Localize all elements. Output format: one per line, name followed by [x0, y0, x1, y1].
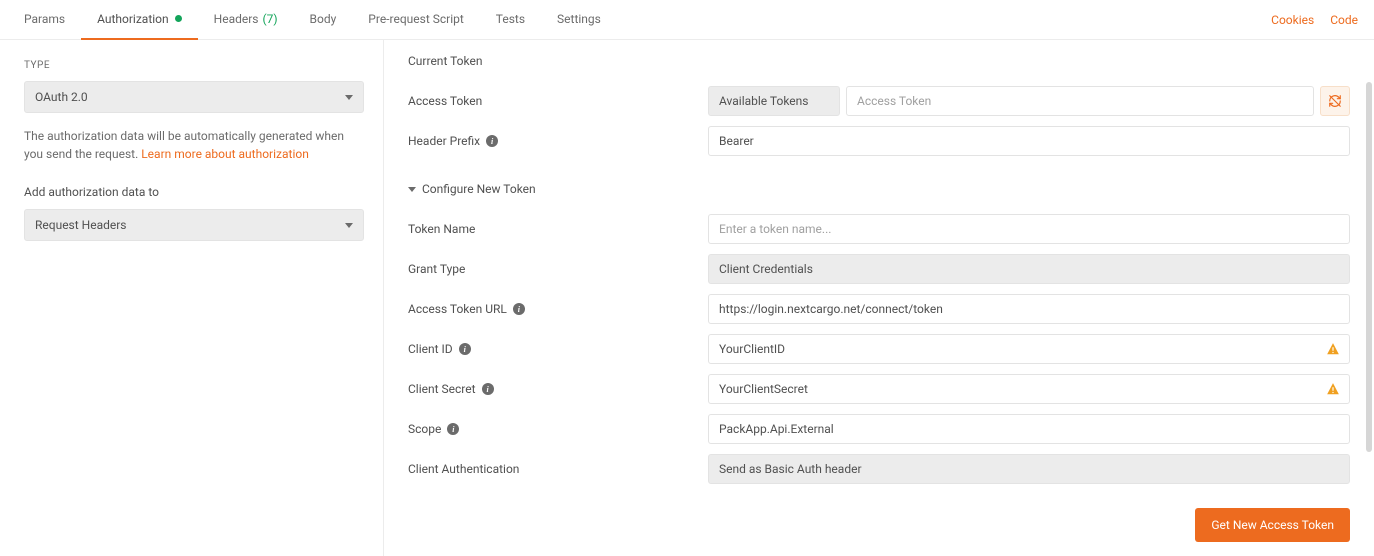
- client-auth-select[interactable]: Send as Basic Auth header: [708, 454, 1350, 484]
- tab-authorization-label: Authorization: [97, 12, 169, 26]
- auth-sidebar: TYPE OAuth 2.0 The authorization data wi…: [0, 40, 384, 556]
- info-icon[interactable]: i: [513, 303, 525, 315]
- chevron-down-icon: [345, 223, 353, 228]
- access-token-url-label: Access Token URL i: [408, 302, 708, 316]
- client-id-label: Client ID i: [408, 342, 708, 356]
- scope-label-text: Scope: [408, 422, 441, 436]
- tab-headers-label: Headers: [214, 12, 259, 26]
- access-token-url-label-text: Access Token URL: [408, 302, 507, 316]
- access-token-label: Access Token: [408, 94, 708, 108]
- token-name-input[interactable]: [708, 214, 1350, 244]
- header-prefix-row: Header Prefix i: [408, 126, 1350, 156]
- client-secret-row: Client Secret i: [408, 374, 1350, 404]
- access-token-url-row: Access Token URL i: [408, 294, 1350, 324]
- client-secret-input[interactable]: [708, 374, 1350, 404]
- scope-input[interactable]: [708, 414, 1350, 444]
- client-secret-label: Client Secret i: [408, 382, 708, 396]
- access-token-input[interactable]: [846, 86, 1314, 116]
- access-token-url-input[interactable]: [708, 294, 1350, 324]
- code-link[interactable]: Code: [1322, 13, 1366, 27]
- refresh-token-button[interactable]: [1320, 86, 1350, 116]
- client-auth-label: Client Authentication: [408, 462, 708, 476]
- token-name-row: Token Name: [408, 214, 1350, 244]
- tab-prerequest[interactable]: Pre-request Script: [352, 0, 479, 40]
- client-secret-label-text: Client Secret: [408, 382, 476, 396]
- tab-headers[interactable]: Headers (7): [198, 0, 294, 40]
- configure-token-title[interactable]: Configure New Token: [408, 182, 1350, 196]
- info-icon[interactable]: i: [486, 135, 498, 147]
- current-token-title: Current Token: [408, 54, 1350, 68]
- add-to-value: Request Headers: [35, 218, 127, 232]
- auth-type-value: OAuth 2.0: [35, 90, 88, 104]
- header-prefix-label-text: Header Prefix: [408, 134, 480, 148]
- auth-main: Current Token Access Token Available Tok…: [384, 40, 1374, 556]
- info-icon[interactable]: i: [459, 343, 471, 355]
- auth-type-select[interactable]: OAuth 2.0: [24, 81, 364, 113]
- add-to-select[interactable]: Request Headers: [24, 209, 364, 241]
- auth-description: The authorization data will be automatic…: [24, 127, 364, 163]
- get-new-access-token-button[interactable]: Get New Access Token: [1195, 508, 1350, 542]
- client-id-row: Client ID i: [408, 334, 1350, 364]
- client-id-input[interactable]: [708, 334, 1350, 364]
- available-tokens-value: Available Tokens: [719, 94, 808, 108]
- tab-params[interactable]: Params: [8, 0, 81, 40]
- scope-label: Scope i: [408, 422, 708, 436]
- access-token-row: Access Token Available Tokens: [408, 86, 1350, 116]
- grant-type-label: Grant Type: [408, 262, 708, 276]
- warning-icon: [1326, 342, 1340, 356]
- grant-type-select[interactable]: Client Credentials: [708, 254, 1350, 284]
- tab-authorization[interactable]: Authorization: [81, 0, 198, 40]
- scope-row: Scope i: [408, 414, 1350, 444]
- client-id-label-text: Client ID: [408, 342, 453, 356]
- tab-settings[interactable]: Settings: [541, 0, 617, 40]
- grant-type-value: Client Credentials: [719, 262, 813, 276]
- chevron-down-icon: [408, 187, 416, 192]
- refresh-icon: [1328, 94, 1342, 108]
- header-prefix-input[interactable]: [708, 126, 1350, 156]
- tab-headers-count: (7): [263, 12, 278, 26]
- info-icon[interactable]: i: [482, 383, 494, 395]
- scrollbar[interactable]: [1366, 82, 1372, 452]
- request-tabs: Params Authorization Headers (7) Body Pr…: [0, 0, 1374, 40]
- status-dot-icon: [175, 15, 182, 22]
- available-tokens-select[interactable]: Available Tokens: [708, 86, 840, 116]
- client-auth-value: Send as Basic Auth header: [719, 462, 862, 476]
- tabs-list: Params Authorization Headers (7) Body Pr…: [8, 0, 617, 40]
- header-prefix-label: Header Prefix i: [408, 134, 708, 148]
- configure-token-label: Configure New Token: [422, 182, 536, 196]
- chevron-down-icon: [345, 95, 353, 100]
- tab-body[interactable]: Body: [294, 0, 353, 40]
- token-name-label: Token Name: [408, 222, 708, 236]
- grant-type-row: Grant Type Client Credentials: [408, 254, 1350, 284]
- learn-more-link[interactable]: Learn more about authorization: [141, 147, 309, 161]
- info-icon[interactable]: i: [447, 423, 459, 435]
- add-to-label: Add authorization data to: [24, 185, 359, 199]
- warning-icon: [1326, 382, 1340, 396]
- type-label: TYPE: [24, 60, 359, 71]
- body-area: TYPE OAuth 2.0 The authorization data wi…: [0, 40, 1374, 556]
- cookies-link[interactable]: Cookies: [1263, 13, 1322, 27]
- client-auth-row: Client Authentication Send as Basic Auth…: [408, 454, 1350, 484]
- tab-tests[interactable]: Tests: [480, 0, 541, 40]
